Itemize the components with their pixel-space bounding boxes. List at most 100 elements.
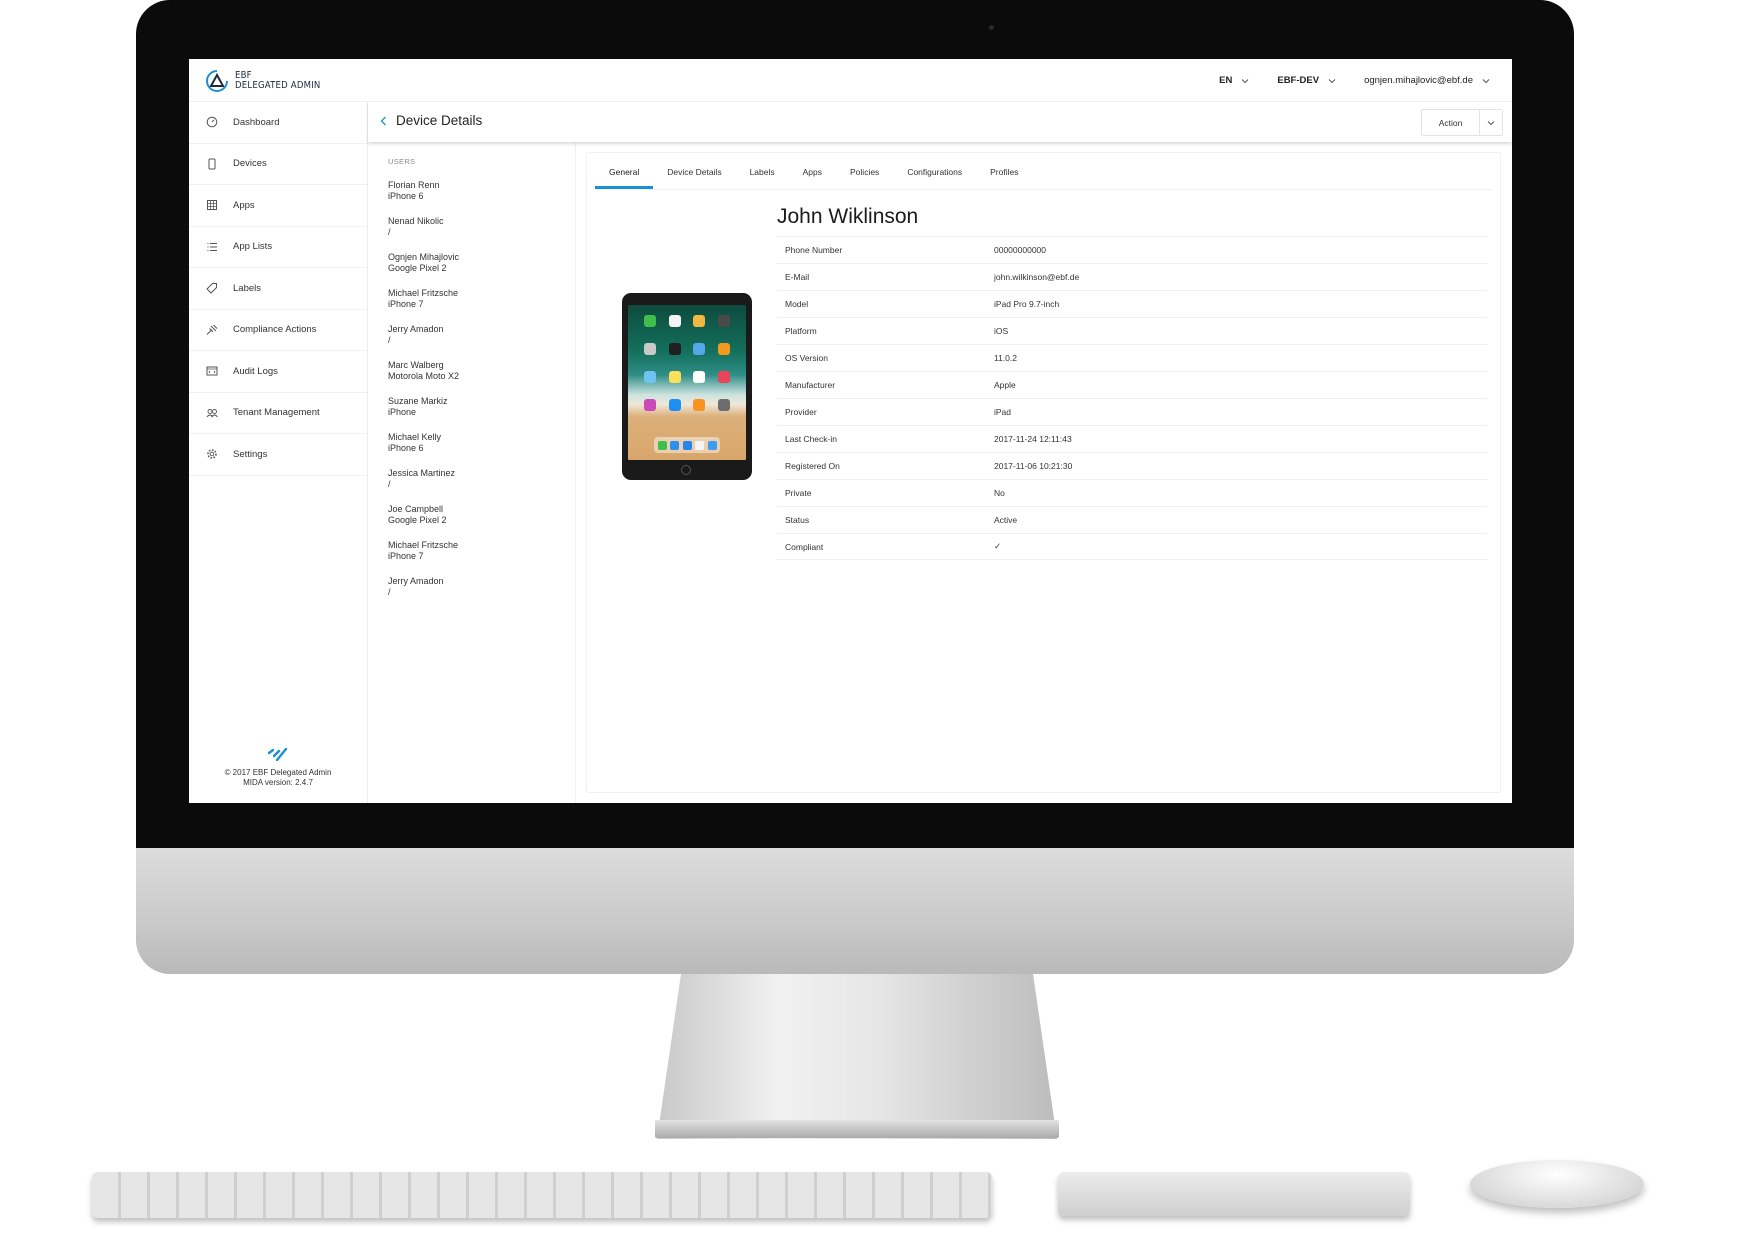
user-list-item[interactable]: Jessica Martinez / [388,468,575,504]
property-label: Status [785,515,810,525]
dock-app-icon [707,440,717,450]
device-properties-table: Phone Number 00000000000 E-Mail john.wilkin… [777,236,1487,560]
chevron-left-icon [380,116,386,125]
property-value: 00000000000 [994,245,1047,255]
user-name: Jerry Amadon [388,576,444,586]
user-list-item[interactable]: Michael Fritzsche iPhone 7 [388,540,575,576]
sidebar-item-label: Compliance Actions [233,324,317,336]
user-name: Michael Fritzsche [388,288,459,298]
sidebar-item-tenant-management[interactable]: Tenant Management [189,393,367,434]
user-list-item[interactable]: Florian Renn iPhone 6 [388,180,575,216]
app-icon [644,315,657,327]
property-value: No [994,488,1005,498]
property-row: OS Version 11.0.2 [777,344,1487,371]
tenant-dropdown[interactable]: EBF-DEV [1277,75,1336,86]
user-list-item[interactable]: Nenad Nikolic / [388,216,575,252]
user-list-item[interactable]: Ognjen Mihajlovic Google Pixel 2 [388,252,575,288]
user-name: Ognjen Mihajlovic [388,252,460,262]
users-icon [206,408,218,418]
property-row: E-Mail john.wilkinson@ebf.de [777,263,1487,290]
user-list-item[interactable]: Michael Kelly iPhone 6 [388,432,575,468]
tag-icon [206,283,217,294]
property-label: E-Mail [785,272,810,282]
camera [989,25,994,30]
user-device: Motorola Moto X2 [388,370,460,381]
user-menu-dropdown[interactable]: ognjen.mihajlovic@ebf.de [1364,75,1490,86]
user-device: Google Pixel 2 [388,262,447,273]
property-label: Model [785,299,809,309]
user-list-item[interactable]: Michael Fritzsche iPhone 7 [388,288,575,324]
user-name: Michael Fritzsche [388,540,459,550]
user-device: iPhone 7 [388,298,424,309]
app-icon [693,371,706,383]
chevron-down-icon [1328,78,1336,83]
trackpad [1058,1172,1410,1216]
tab-apps[interactable]: Apps [789,157,836,189]
device-home-button [681,465,691,475]
tab-policies[interactable]: Policies [836,157,893,189]
tab-bar: General Device Details Labels Apps Policies C… [595,153,1492,190]
app-icon [717,343,730,355]
user-device: iPhone 6 [388,442,424,453]
action-dropdown-toggle[interactable] [1480,110,1502,135]
sidebar-item-labels[interactable]: Labels [189,268,367,310]
property-row: Model iPad Pro 9.7-inch [777,290,1487,317]
sidebar-item-devices[interactable]: Devices [189,144,367,185]
property-value: ✓ [994,541,1002,551]
sidebar-item-label: Audit Logs [233,365,278,377]
device-dock [654,437,720,453]
user-device: iPhone 7 [388,550,424,561]
tab-labels[interactable]: Labels [736,157,789,189]
dock-app-icon [670,440,679,450]
page-header: Device Details Action [368,102,1512,142]
device-detail-panel: General Device Details Labels Apps Policies C… [586,152,1501,793]
sidebar-item-dashboard[interactable]: Dashboard [189,102,367,144]
dock-app-icon [657,440,667,450]
tab-device-details[interactable]: Device Details [653,157,735,189]
action-button[interactable]: Action [1422,110,1480,135]
grid-icon [207,200,217,211]
device-screen [628,305,746,460]
user-list-item[interactable]: Jerry Amadon / [388,576,575,612]
dock-app-icon [695,440,704,450]
sidebar-item-apps[interactable]: Apps [189,185,367,227]
sidebar-item-settings[interactable]: Settings [189,434,367,476]
property-label: Provider [785,407,817,417]
app-logo[interactable]: EBF DELEGATED ADMIN [205,69,321,93]
user-list-item[interactable]: Joe Campbell Google Pixel 2 [388,504,575,540]
user-list-item[interactable]: Marc Walberg Motorola Moto X2 [388,360,575,396]
back-button[interactable]: Device Details [379,113,482,128]
company-logo-icon [267,747,288,761]
sidebar-item-app-lists[interactable]: App Lists [189,227,367,268]
property-label: Manufacturer [785,380,836,390]
user-list-item[interactable]: Jerry Amadon / [388,324,575,360]
sidebar-item-audit-logs[interactable]: Audit Logs [189,351,367,393]
language-value: EN [1219,75,1233,86]
property-label: Compliant [785,541,824,552]
dashboard-icon [206,116,218,128]
property-label: Last Check-in [785,434,837,444]
tab-configurations[interactable]: Configurations [893,157,976,189]
property-row: Compliant ✓ [777,533,1487,560]
sidebar-item-label: Dashboard [233,116,280,128]
footer-version: MIDA version: 2.4.7 [243,777,313,787]
property-value: Active [994,515,1018,525]
property-value: john.wilkinson@ebf.de [994,272,1080,282]
sidebar-item-label: Settings [233,448,268,460]
tab-profiles[interactable]: Profiles [976,157,1032,189]
property-row: Platform iOS [777,317,1487,344]
property-row: Last Check-in 2017-11-24 12:11:43 [777,425,1487,452]
language-dropdown[interactable]: EN [1219,75,1249,86]
property-row: Registered On 2017-11-06 10:21:30 [777,452,1487,479]
chevron-down-icon [1487,120,1495,125]
app-icon [693,315,706,327]
tab-general[interactable]: General [595,157,654,189]
property-row: Provider iPad [777,398,1487,425]
sidebar-item-compliance-actions[interactable]: Compliance Actions [189,310,367,351]
user-list-item[interactable]: Suzane Markiz iPhone [388,396,575,432]
property-value: Apple [994,380,1016,390]
app-icon [717,315,730,327]
sidebar-item-label: Tenant Management [233,407,320,419]
user-name: Suzane Markiz [388,396,448,406]
property-value: iOS [994,326,1009,336]
